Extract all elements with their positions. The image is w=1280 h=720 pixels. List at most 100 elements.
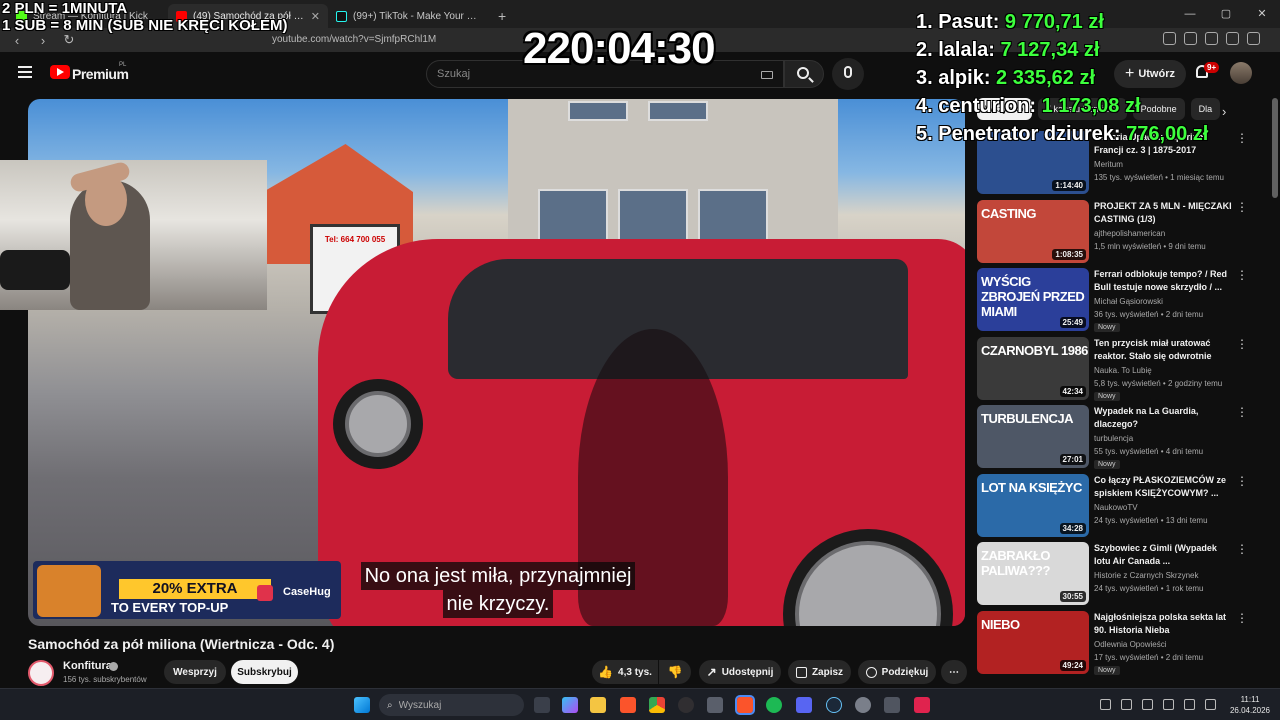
- windows-start-icon[interactable]: [354, 697, 370, 713]
- chevron-right-icon[interactable]: ›: [1222, 104, 1226, 119]
- channel-avatar[interactable]: [28, 660, 54, 686]
- url-field[interactable]: youtube.com/watch?v=SjmfpRChl1M: [272, 34, 436, 45]
- extension-icon[interactable]: [1226, 32, 1239, 45]
- more-vertical-icon[interactable]: ⋮: [1236, 405, 1248, 419]
- recommendation-item[interactable]: WYŚCIG ZBROJEŃ PRZED MIAMI 25:49 Ferrari o…: [977, 268, 1267, 332]
- donor-name: 1. Pasut:: [916, 11, 1000, 33]
- recommendation-channel[interactable]: Odlewnia Opowieści: [1094, 640, 1166, 649]
- calculator-icon[interactable]: [884, 697, 900, 713]
- menu-icon[interactable]: [18, 66, 32, 78]
- youtube-logo-icon[interactable]: [50, 65, 70, 79]
- brave-icon[interactable]: [620, 697, 636, 713]
- taskbar-search-input[interactable]: [398, 699, 509, 711]
- menu-icon[interactable]: [1247, 32, 1260, 45]
- chevron-up-icon[interactable]: [1100, 699, 1111, 710]
- avatar[interactable]: [1230, 62, 1252, 84]
- adobe-icon[interactable]: [914, 697, 930, 713]
- copilot-icon[interactable]: [562, 697, 578, 713]
- recommendation-item[interactable]: LOT NA KSIĘŻYC 34:28 Co łączy PŁASKOZIEMCÓ…: [977, 474, 1267, 538]
- back-icon[interactable]: ‹: [8, 33, 26, 48]
- voice-search-button[interactable]: [832, 58, 864, 90]
- more-vertical-icon[interactable]: ⋮: [1236, 131, 1248, 145]
- recommendation-item[interactable]: CASTING 1:08:35 PROJEKT ZA 5 MLN - MIĘCZAK…: [977, 200, 1267, 264]
- recommendation-channel[interactable]: Michał Gąsiorowski: [1094, 297, 1163, 306]
- recommendation-item[interactable]: ZABRAKŁO PALIWA??? 30:55 Szybowiec z Gimli…: [977, 542, 1267, 606]
- recommendation-title[interactable]: PROJEKT ZA 5 MLN - MIĘCZAKI CASTING (1/3…: [1094, 200, 1234, 226]
- video-thumbnail[interactable]: CASTING 1:08:35: [977, 200, 1089, 263]
- recommendation-item[interactable]: CZARNOBYL 1986 42:34 Ten przycisk miał ura…: [977, 337, 1267, 401]
- more-vertical-icon[interactable]: ⋮: [1236, 200, 1248, 214]
- reload-icon[interactable]: ↻: [60, 32, 78, 48]
- recommendation-title[interactable]: Co łączy PŁASKOZIEMCÓW ze spiskiem KSIĘŻ…: [1094, 474, 1234, 500]
- bluetooth-icon[interactable]: [1142, 699, 1153, 710]
- video-thumbnail[interactable]: NIEBO 49:24: [977, 611, 1089, 674]
- video-thumbnail[interactable]: TURBULENCJA 27:01: [977, 405, 1089, 468]
- video-thumbnail[interactable]: LOT NA KSIĘŻYC 34:28: [977, 474, 1089, 537]
- recommendation-channel[interactable]: Nauka. To Lubię: [1094, 366, 1152, 375]
- clock[interactable]: 11:11 26.04.2026: [1226, 694, 1274, 716]
- more-vertical-icon[interactable]: ⋮: [1236, 542, 1248, 556]
- spotify-icon[interactable]: [766, 697, 782, 713]
- share-button[interactable]: ↗ Udostępnij: [699, 660, 781, 684]
- more-vertical-icon[interactable]: ⋮: [1236, 268, 1248, 282]
- new-tab-button[interactable]: +: [488, 8, 516, 28]
- thanks-button[interactable]: Podziękuj: [858, 660, 936, 684]
- recommendation-meta: 17 tys. wyświetleń • 2 dni temu: [1094, 653, 1204, 662]
- more-vertical-icon[interactable]: ⋮: [1236, 611, 1248, 625]
- steam-icon[interactable]: [826, 697, 842, 713]
- more-icon: ⋯: [949, 666, 959, 678]
- recommendation-item[interactable]: TURBULENCJA 27:01 Wypadek na La Guardia, d…: [977, 405, 1267, 469]
- search-button[interactable]: [784, 60, 824, 88]
- video-thumbnail[interactable]: ZABRAKŁO PALIWA??? 30:55: [977, 542, 1089, 605]
- channel-name[interactable]: Konfitura: [63, 660, 112, 672]
- wifi-icon[interactable]: [1184, 699, 1195, 710]
- maximize-button[interactable]: ▢: [1208, 0, 1244, 28]
- video-thumbnail[interactable]: WYŚCIG ZBROJEŃ PRZED MIAMI 25:49: [977, 268, 1089, 331]
- task-view-icon[interactable]: [534, 697, 550, 713]
- recommendation-title[interactable]: Najgłośniejsza polska sekta lat 90. Hist…: [1094, 611, 1234, 637]
- donor-amount: 776,00 zł: [1126, 123, 1209, 145]
- subathon-timer: 220:04:30: [523, 24, 716, 73]
- recommendation-title[interactable]: Ten przycisk miał uratować reaktor. Stał…: [1094, 337, 1234, 363]
- recommendation-title[interactable]: Wypadek na La Guardia, dlaczego?: [1094, 405, 1234, 431]
- file-explorer-icon[interactable]: [590, 697, 606, 713]
- brave-active-icon[interactable]: [735, 695, 755, 715]
- keyboard-icon[interactable]: [761, 71, 773, 79]
- ad-headline: 20% EXTRA: [119, 579, 271, 599]
- duration-badge: 49:24: [1059, 660, 1086, 671]
- network-icon[interactable]: [1121, 699, 1132, 710]
- recommendation-title[interactable]: Szybowiec z Gimli (Wypadek lotu Air Cana…: [1094, 542, 1234, 568]
- chrome-icon[interactable]: [649, 697, 665, 713]
- volume-icon[interactable]: [1205, 699, 1216, 710]
- save-button[interactable]: Zapisz: [788, 660, 851, 684]
- like-button[interactable]: 👍 4,3 tys.: [592, 660, 658, 684]
- forward-icon[interactable]: ›: [34, 33, 52, 48]
- wheel-rim: [345, 391, 411, 457]
- recommendation-channel[interactable]: ajthepolishamerican: [1094, 229, 1165, 238]
- recommendation-channel[interactable]: Meritum: [1094, 160, 1123, 169]
- tab-tiktok[interactable]: (99+) TikTok - Make Your Day: [328, 4, 488, 28]
- discord-icon[interactable]: [796, 697, 812, 713]
- logo-text[interactable]: Premium: [72, 66, 129, 82]
- recommendation-channel[interactable]: Historie z Czarnych Skrzynek: [1094, 571, 1198, 580]
- settings-icon[interactable]: [855, 697, 871, 713]
- video-thumbnail[interactable]: CZARNOBYL 1986 42:34: [977, 337, 1089, 400]
- subscribe-button[interactable]: Subskrybuj: [231, 660, 298, 684]
- app-icon[interactable]: [707, 697, 723, 713]
- obs-icon[interactable]: [678, 697, 694, 713]
- support-button[interactable]: Wesprzyj: [164, 660, 226, 684]
- more-vertical-icon[interactable]: ⋮: [1236, 474, 1248, 488]
- close-tab-icon[interactable]: ✕: [311, 10, 320, 23]
- scrollbar[interactable]: [1272, 98, 1278, 198]
- more-actions-button[interactable]: ⋯: [941, 660, 967, 684]
- tab-title: (99+) TikTok - Make Your Day: [353, 10, 480, 22]
- dislike-button[interactable]: 👎: [659, 660, 691, 684]
- mic-icon[interactable]: [1163, 699, 1174, 710]
- recommendation-channel[interactable]: NaukowoTV: [1094, 503, 1138, 512]
- wheel-rim: [795, 541, 941, 626]
- recommendation-channel[interactable]: turbulencja: [1094, 434, 1133, 443]
- more-vertical-icon[interactable]: ⋮: [1236, 337, 1248, 351]
- close-window-button[interactable]: ✕: [1244, 0, 1280, 28]
- recommendation-title[interactable]: Ferrari odblokuje tempo? / Red Bull test…: [1094, 268, 1234, 294]
- recommendation-item[interactable]: NIEBO 49:24 Najgłośniejsza polska sekta la…: [977, 611, 1267, 675]
